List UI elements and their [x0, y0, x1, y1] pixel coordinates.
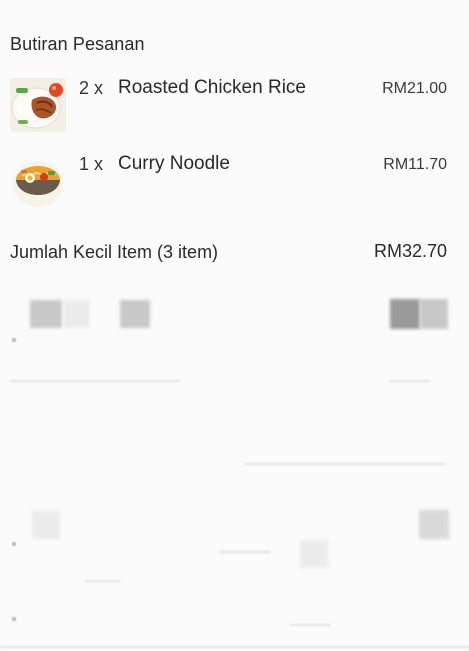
faint-mark [12, 542, 16, 546]
blurred-content [64, 300, 90, 328]
blurred-content [419, 510, 449, 539]
blurred-content [420, 299, 448, 329]
blurred-content [120, 300, 150, 328]
item-quantity: 1 x [79, 154, 104, 174]
faint-line [290, 624, 330, 626]
subtotal-label: Jumlah Kecil Item (3 item) [10, 242, 219, 262]
order-item: 1 x Curry Noodle RM11.70 [0, 152, 469, 212]
blurred-content [300, 540, 328, 568]
order-item: 2 x Roasted Chicken Rice RM21.00 [0, 76, 469, 136]
faint-line [85, 580, 120, 582]
curry-noodle-bowl-icon [10, 156, 66, 210]
chicken-rice-plate-icon [10, 78, 66, 132]
faint-line [10, 380, 180, 382]
item-price: RM11.70 [383, 156, 447, 173]
faint-line [390, 380, 430, 382]
item-name: Curry Noodle [118, 153, 230, 174]
faint-mark [12, 617, 16, 621]
item-price: RM21.00 [382, 80, 447, 97]
order-details-screen: Butiran Pesanan 2 x Roasted Chicken Rice… [0, 0, 469, 651]
order-details-title: Butiran Pesanan [10, 34, 145, 54]
item-name: Roasted Chicken Rice [118, 77, 306, 98]
faint-line [245, 463, 445, 465]
item-quantity: 2 x [79, 78, 104, 98]
subtotal-row: Jumlah Kecil Item (3 item) RM32.70 [0, 238, 469, 268]
subtotal-value: RM32.70 [373, 241, 447, 261]
faint-mark [12, 338, 16, 342]
faint-line [0, 646, 469, 648]
blurred-content [30, 300, 62, 328]
blurred-content [32, 511, 60, 539]
faint-line [220, 551, 270, 553]
blurred-content [390, 299, 420, 329]
